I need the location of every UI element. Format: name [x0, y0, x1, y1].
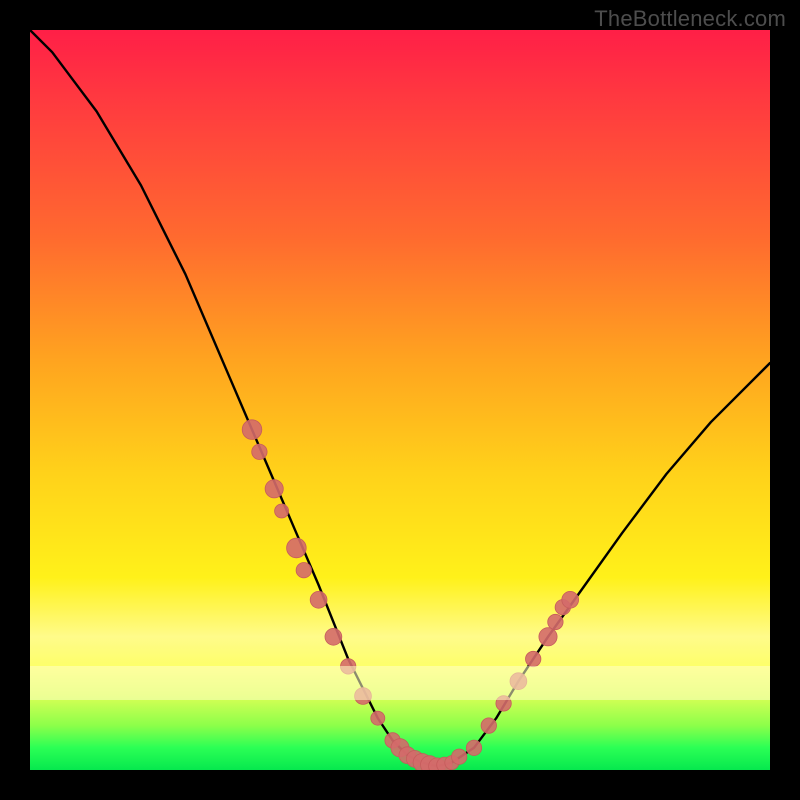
data-marker	[385, 733, 400, 748]
data-marker	[406, 751, 423, 768]
bottleneck-curve	[30, 30, 770, 766]
data-marker	[275, 504, 289, 518]
data-marker	[548, 614, 563, 629]
plot-area	[30, 30, 770, 770]
data-marker	[437, 757, 452, 770]
data-marker	[452, 749, 467, 764]
data-marker	[555, 600, 570, 615]
chart-overlay	[30, 30, 770, 770]
data-marker	[265, 480, 283, 498]
data-marker	[481, 718, 496, 733]
data-marker	[445, 756, 459, 770]
data-marker	[496, 696, 511, 711]
chart-frame: TheBottleneck.com	[0, 0, 800, 800]
data-marker	[413, 754, 431, 771]
data-marker	[355, 688, 372, 705]
data-marker	[539, 628, 557, 646]
watermark-text: TheBottleneck.com	[594, 6, 786, 32]
data-marker	[429, 758, 446, 770]
data-marker	[310, 591, 327, 608]
data-marker	[466, 740, 481, 755]
data-marker	[421, 756, 439, 770]
data-marker	[371, 711, 385, 725]
data-marker	[252, 444, 267, 459]
data-marker	[287, 538, 307, 558]
data-marker	[296, 563, 311, 578]
data-marker	[325, 628, 342, 645]
data-marker	[510, 673, 527, 690]
data-marker	[399, 747, 416, 764]
data-marker	[341, 659, 356, 674]
data-marker	[562, 591, 579, 608]
data-marker	[242, 420, 262, 440]
data-marker	[526, 651, 541, 666]
data-marker	[391, 739, 409, 757]
marker-group	[242, 420, 578, 770]
